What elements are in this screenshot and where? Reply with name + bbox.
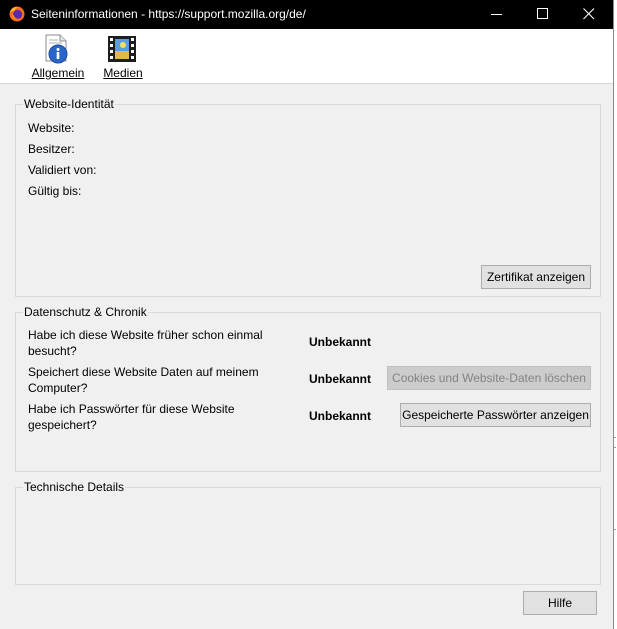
website-identity-group: Website-Identität Website: Besitzer: Val… [15,97,601,297]
info-icon [45,34,68,64]
tab-general-label: Allgemein [31,66,85,80]
valid-until-label: Gültig bis: [28,184,82,198]
title-bar[interactable]: Seiteninformationen - https://support.mo… [0,0,613,29]
tab-media-label: Medien [103,66,143,80]
media-icon [108,36,136,62]
verified-by-label: Validiert von: [28,163,97,177]
edge-mark [614,447,616,448]
view-certificate-button[interactable]: Zertifikat anzeigen [481,265,591,289]
maximize-icon [537,8,548,19]
edge-mark [614,529,616,530]
owner-label: Besitzer: [28,142,75,156]
stores-data-value: Unbekannt [309,372,372,386]
close-icon [583,8,595,20]
clear-cookies-button[interactable]: Cookies und Website-Daten löschen [387,366,591,390]
saved-passwords-value: Unbekannt [309,409,372,423]
website-label: Website: [28,121,75,135]
minimize-icon [491,14,502,15]
help-button[interactable]: Hilfe [523,591,597,615]
edge-mark [614,437,616,438]
page-info-window: Seiteninformationen - https://support.mo… [0,0,614,629]
maximize-button[interactable] [520,0,566,29]
window-title: Seiteninformationen - https://support.mo… [31,7,306,21]
toolbar: Allgemein Medien [0,29,613,84]
saved-passwords-question: Habe ich Passwörter für diese Website ge… [28,402,235,432]
technical-details-group: Technische Details [15,480,601,585]
tab-general[interactable]: Allgemein [28,29,88,83]
website-identity-title: Website-Identität [23,97,115,111]
stores-data-question: Speichert diese Website Daten auf meinem… [28,365,259,395]
show-saved-passwords-button[interactable]: Gespeicherte Passwörter anzeigen [400,403,591,427]
visited-question: Habe ich diese Website früher schon einm… [28,328,263,358]
firefox-icon [9,6,25,22]
minimize-button[interactable] [474,0,520,29]
close-button[interactable] [566,0,612,29]
privacy-history-title: Datenschutz & Chronik [23,305,148,319]
visited-value: Unbekannt [309,335,372,349]
privacy-history-group: Datenschutz & Chronik Habe ich diese Web… [15,305,601,472]
technical-details-title: Technische Details [23,480,126,494]
tab-media[interactable]: Medien [99,29,147,83]
